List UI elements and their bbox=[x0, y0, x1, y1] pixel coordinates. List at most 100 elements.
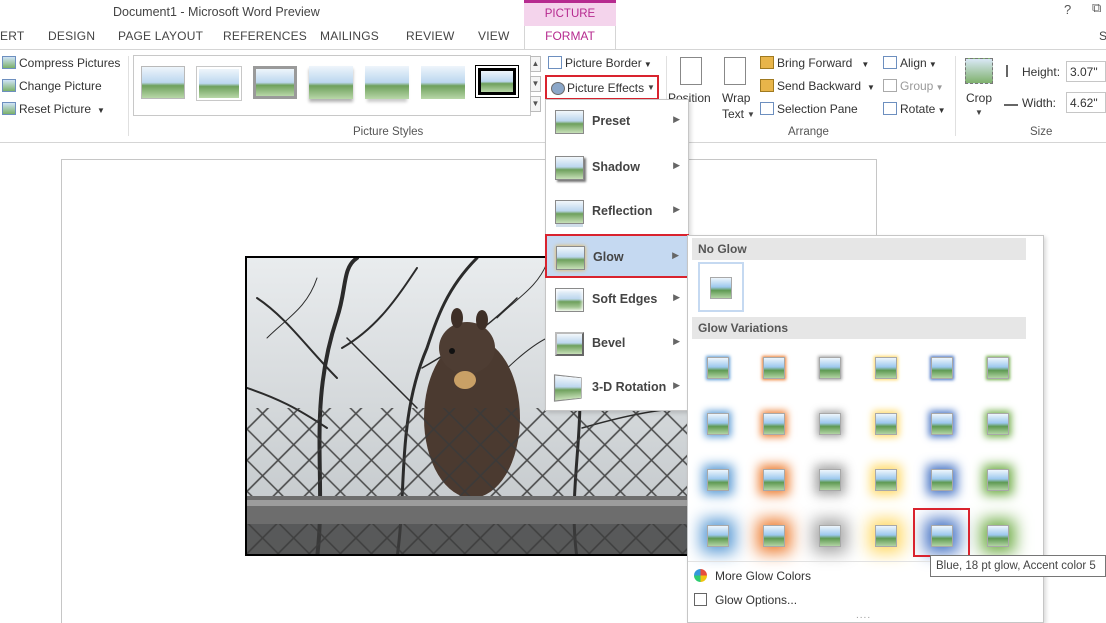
resize-grip-icon[interactable]: .... bbox=[856, 610, 871, 621]
style-thumb[interactable] bbox=[197, 67, 241, 100]
style-thumb[interactable] bbox=[365, 66, 409, 99]
glow-options-item[interactable]: Glow Options... bbox=[694, 593, 797, 607]
glow-variation-option[interactable] bbox=[978, 404, 1016, 442]
tab-view[interactable]: VIEW bbox=[478, 29, 509, 43]
glow-variation-option[interactable] bbox=[866, 460, 904, 498]
picture-thumb-icon bbox=[875, 469, 897, 491]
width-field[interactable] bbox=[1066, 92, 1106, 113]
glow-variation-option[interactable] bbox=[754, 348, 792, 386]
style-thumb[interactable] bbox=[141, 66, 185, 99]
glow-variation-option[interactable] bbox=[922, 348, 960, 386]
send-backward-button[interactable]: Send Backward ▼ bbox=[760, 79, 875, 93]
rotate-icon bbox=[883, 102, 897, 115]
tab-format[interactable]: FORMAT bbox=[524, 26, 616, 50]
style-thumb[interactable] bbox=[309, 66, 353, 99]
tab-page-layout[interactable]: PAGE LAYOUT bbox=[118, 29, 203, 43]
tab-extra[interactable]: S bbox=[1099, 29, 1106, 43]
tab-design[interactable]: DESIGN bbox=[48, 29, 95, 43]
compress-pictures-button[interactable]: Compress Pictures bbox=[2, 56, 120, 70]
shadow-icon bbox=[555, 156, 584, 180]
gallery-scroll-up[interactable]: ▲ bbox=[530, 56, 541, 72]
tab-insert[interactable]: ERT bbox=[0, 29, 24, 43]
picture-thumb-icon bbox=[819, 413, 841, 435]
wrap-text-label-2: Text bbox=[722, 107, 745, 121]
pen-icon bbox=[548, 56, 562, 69]
align-icon bbox=[883, 56, 897, 69]
glow-variation-option[interactable] bbox=[754, 516, 792, 554]
reset-picture-icon bbox=[2, 102, 16, 115]
picture-thumb-icon bbox=[875, 413, 897, 435]
style-thumb[interactable] bbox=[478, 68, 516, 95]
chevron-down-icon: ▼ bbox=[926, 60, 937, 69]
glow-variation-option[interactable] bbox=[978, 348, 1016, 386]
glow-variation-option[interactable] bbox=[698, 348, 736, 386]
chevron-right-icon: ▶ bbox=[673, 114, 680, 124]
align-button[interactable]: Align ▼ bbox=[883, 56, 937, 70]
no-glow-option[interactable] bbox=[698, 262, 744, 312]
reflection-icon bbox=[555, 200, 584, 224]
wrap-text-icon bbox=[724, 57, 746, 85]
change-picture-button[interactable]: Change Picture bbox=[2, 79, 102, 93]
tab-references[interactable]: REFERENCES bbox=[223, 29, 307, 43]
glow-variation-option[interactable] bbox=[978, 460, 1016, 498]
height-field[interactable] bbox=[1066, 61, 1106, 82]
picture-thumb-icon bbox=[710, 277, 732, 299]
glow-variation-option[interactable] bbox=[866, 516, 904, 554]
picture-thumb-icon bbox=[987, 413, 1009, 435]
selection-pane-button[interactable]: Selection Pane bbox=[760, 102, 858, 116]
rotate-button[interactable]: Rotate ▼ bbox=[883, 102, 946, 116]
glow-variation-option[interactable] bbox=[978, 516, 1016, 554]
glow-variation-option[interactable] bbox=[754, 460, 792, 498]
glow-variation-option[interactable] bbox=[866, 404, 904, 442]
picture-thumb-icon bbox=[707, 469, 729, 491]
tab-mailings[interactable]: MAILINGS bbox=[320, 29, 379, 43]
bring-forward-button[interactable]: Bring Forward ▼ bbox=[760, 56, 869, 70]
chevron-down-icon: ▼ bbox=[867, 83, 875, 92]
glow-variation-option[interactable] bbox=[698, 404, 736, 442]
effects-item-bevel[interactable]: Bevel ▶ bbox=[546, 322, 688, 366]
effects-item-glow[interactable]: Glow ▶ bbox=[545, 234, 689, 278]
picture-thumb-icon bbox=[987, 357, 1009, 379]
style-thumb[interactable] bbox=[253, 66, 297, 99]
reset-picture-button[interactable]: Reset Picture ▼ bbox=[2, 102, 105, 116]
picture-effects-button[interactable]: Picture Effects ▼ bbox=[545, 75, 659, 100]
glow-variation-option[interactable] bbox=[698, 516, 736, 554]
restore-icon[interactable]: ⧉ bbox=[1092, 0, 1101, 16]
selection-pane-icon bbox=[760, 102, 774, 115]
glow-variation-option[interactable] bbox=[810, 404, 848, 442]
glow-variation-option[interactable] bbox=[866, 348, 904, 386]
effects-item-soft-edges[interactable]: Soft Edges ▶ bbox=[546, 278, 688, 322]
picture-thumb-icon bbox=[875, 525, 897, 547]
glow-variation-option[interactable] bbox=[810, 460, 848, 498]
soft-edges-icon bbox=[555, 288, 584, 312]
glow-variation-option[interactable] bbox=[754, 404, 792, 442]
effects-item-shadow[interactable]: Shadow ▶ bbox=[546, 146, 688, 190]
wrap-text-button[interactable]: Wrap bbox=[722, 91, 750, 105]
help-icon[interactable]: ? bbox=[1064, 2, 1071, 17]
effects-item-preset[interactable]: Preset ▶ bbox=[546, 100, 688, 144]
glow-variation-option[interactable] bbox=[810, 516, 848, 554]
selected-glow-highlight bbox=[913, 508, 970, 557]
tab-review[interactable]: REVIEW bbox=[406, 29, 455, 43]
chevron-down-icon: ▼ bbox=[861, 60, 870, 69]
glow-variation-option[interactable] bbox=[922, 404, 960, 442]
gallery-scroll-down[interactable]: ▼ bbox=[530, 76, 541, 92]
glow-variation-option[interactable] bbox=[698, 460, 736, 498]
picture-border-button[interactable]: Picture Border ▼ bbox=[548, 56, 652, 70]
picture-thumb-icon bbox=[819, 357, 841, 379]
chevron-right-icon: ▶ bbox=[673, 160, 680, 170]
group-label-picture-styles: Picture Styles bbox=[353, 126, 424, 138]
style-thumb[interactable] bbox=[421, 66, 465, 99]
bring-forward-icon bbox=[760, 56, 774, 69]
glow-icon bbox=[556, 246, 585, 270]
gallery-more[interactable]: ▼ bbox=[530, 96, 541, 112]
glow-variation-option[interactable] bbox=[810, 348, 848, 386]
crop-button[interactable]: Crop bbox=[966, 91, 992, 105]
picture-thumb-icon bbox=[763, 469, 785, 491]
effects-item-3d-rotation[interactable]: 3-D Rotation ▶ bbox=[546, 366, 688, 410]
chevron-right-icon: ▶ bbox=[673, 204, 680, 214]
glow-variation-option[interactable] bbox=[922, 460, 960, 498]
effects-item-reflection[interactable]: Reflection ▶ bbox=[546, 190, 688, 234]
group-button[interactable]: Group ▼ bbox=[883, 79, 944, 93]
more-glow-colors-item[interactable]: More Glow Colors bbox=[694, 569, 811, 583]
